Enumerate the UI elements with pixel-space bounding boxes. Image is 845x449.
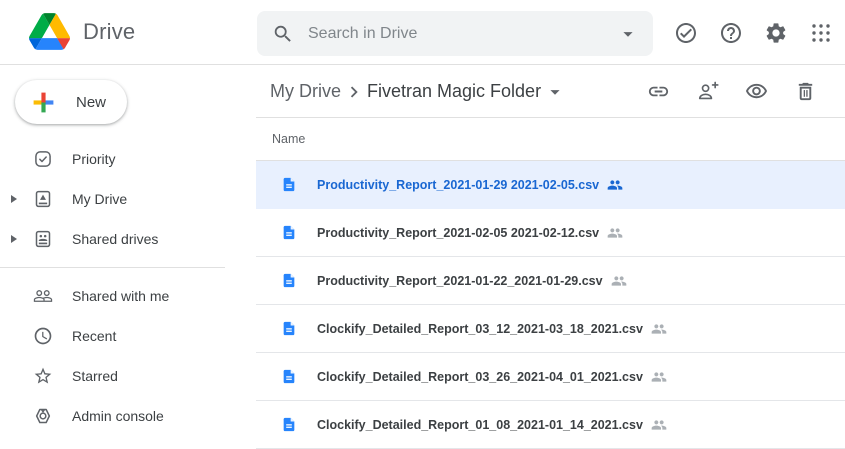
main-content: My Drive Fivetran Magic Folder: [256, 66, 845, 439]
sidebar-item-label: Priority: [72, 151, 116, 167]
csv-file-icon: [281, 271, 297, 290]
sidebar-item-label: Shared drives: [72, 231, 158, 247]
file-row[interactable]: Productivity_Report_2021-01-29 2021-02-0…: [256, 161, 845, 209]
file-row[interactable]: Clockify_Detailed_Report_03_12_2021-03_1…: [256, 305, 845, 353]
file-row[interactable]: Clockify_Detailed_Report_01_08_2021-01_1…: [256, 401, 845, 449]
file-action-toolbar: [647, 80, 845, 103]
sidebar-item-label: Admin console: [72, 408, 164, 424]
header-actions: [674, 21, 833, 45]
sidebar-item-starred[interactable]: Starred: [0, 356, 256, 396]
file-name: Productivity_Report_2021-02-05 2021-02-1…: [317, 226, 599, 240]
file-name: Clockify_Detailed_Report_03_12_2021-03_1…: [317, 322, 643, 336]
file-name: Productivity_Report_2021-01-22_2021-01-2…: [317, 274, 603, 288]
new-button[interactable]: New: [15, 80, 127, 124]
expand-arrow-icon[interactable]: [11, 235, 17, 243]
sidebar-item-label: Shared with me: [72, 288, 169, 304]
shared-people-icon: [33, 286, 53, 306]
sidebar-item-label: Recent: [72, 328, 116, 344]
sidebar-item-shared-with-me[interactable]: Shared with me: [0, 276, 256, 316]
shared-indicator-icon: [607, 177, 623, 193]
search-bar[interactable]: [257, 11, 653, 56]
help-icon[interactable]: [719, 21, 743, 45]
sidebar-nav: Priority My Drive Shared drives: [0, 139, 256, 436]
csv-file-icon: [281, 415, 297, 434]
search-icon: [272, 23, 294, 45]
search-input[interactable]: [308, 25, 617, 43]
breadcrumb-bar: My Drive Fivetran Magic Folder: [256, 66, 845, 118]
column-header-name[interactable]: Name: [272, 132, 305, 146]
file-name: Clockify_Detailed_Report_03_26_2021-04_0…: [317, 370, 643, 384]
file-row[interactable]: Productivity_Report_2021-02-05 2021-02-1…: [256, 209, 845, 257]
shared-indicator-icon: [611, 273, 627, 289]
admin-console-icon: [33, 406, 53, 426]
csv-file-icon: [281, 319, 297, 338]
my-drive-icon: [33, 189, 53, 209]
sidebar-item-admin-console[interactable]: Admin console: [0, 396, 256, 436]
chevron-right-icon: [343, 81, 365, 103]
priority-check-icon: [33, 149, 53, 169]
sidebar-item-label: Starred: [72, 368, 118, 384]
sidebar-divider: [0, 267, 225, 268]
add-people-icon[interactable]: [696, 80, 719, 103]
shared-indicator-icon: [651, 417, 667, 433]
get-link-icon[interactable]: [647, 80, 670, 103]
file-name: Productivity_Report_2021-01-29 2021-02-0…: [317, 178, 599, 192]
file-list-rows: Productivity_Report_2021-01-29 2021-02-0…: [256, 161, 845, 449]
csv-file-icon: [281, 223, 297, 242]
sidebar-item-label: My Drive: [72, 191, 127, 207]
sidebar-item-shared-drives[interactable]: Shared drives: [0, 219, 256, 259]
folder-menu-caret-icon[interactable]: [544, 81, 566, 103]
file-list-header[interactable]: Name: [256, 118, 845, 161]
sidebar-item-my-drive[interactable]: My Drive: [0, 179, 256, 219]
apps-grid-icon[interactable]: [809, 21, 833, 45]
clock-icon: [33, 326, 53, 346]
sidebar-item-recent[interactable]: Recent: [0, 316, 256, 356]
star-icon: [33, 366, 53, 386]
offline-check-icon[interactable]: [674, 21, 698, 45]
shared-indicator-icon: [651, 369, 667, 385]
file-name: Clockify_Detailed_Report_01_08_2021-01_1…: [317, 418, 643, 432]
app-name: Drive: [83, 19, 135, 45]
top-app-bar: Drive: [0, 0, 845, 65]
new-button-label: New: [76, 94, 106, 111]
file-row[interactable]: Clockify_Detailed_Report_03_26_2021-04_0…: [256, 353, 845, 401]
sidebar-item-priority[interactable]: Priority: [0, 139, 256, 179]
drive-logo[interactable]: Drive: [29, 13, 135, 50]
settings-icon[interactable]: [764, 21, 788, 45]
search-options-caret-icon[interactable]: [617, 23, 639, 45]
trash-icon[interactable]: [794, 80, 817, 103]
shared-indicator-icon: [607, 225, 623, 241]
file-row[interactable]: Productivity_Report_2021-01-22_2021-01-2…: [256, 257, 845, 305]
preview-icon[interactable]: [745, 80, 768, 103]
breadcrumb-parent[interactable]: My Drive: [270, 81, 341, 102]
csv-file-icon: [281, 175, 297, 194]
shared-indicator-icon: [651, 321, 667, 337]
csv-file-icon: [281, 367, 297, 386]
drive-triangle-icon: [29, 13, 70, 50]
breadcrumb-current[interactable]: Fivetran Magic Folder: [367, 81, 541, 102]
expand-arrow-icon[interactable]: [11, 195, 17, 203]
shared-drives-icon: [33, 229, 53, 249]
plus-multicolor-icon: [31, 90, 56, 115]
sidebar: New Priority My Drive: [0, 66, 256, 439]
